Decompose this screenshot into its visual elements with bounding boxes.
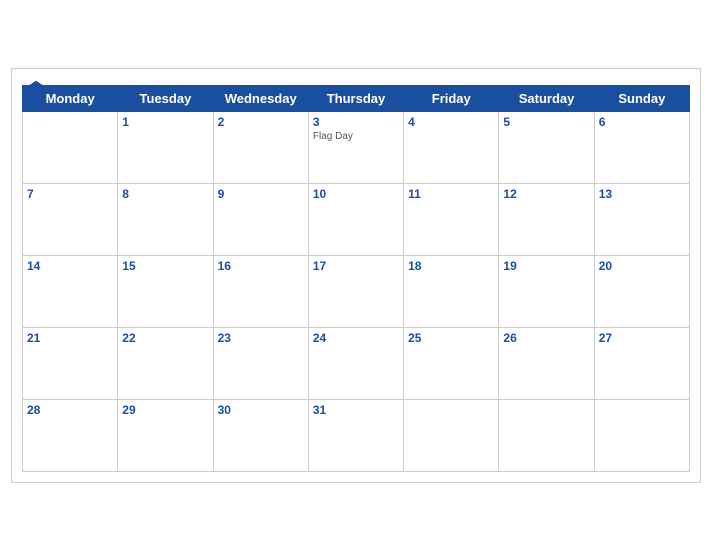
day-cell: 16 (213, 255, 308, 327)
day-cell (23, 111, 118, 183)
day-number: 10 (313, 187, 399, 201)
day-cell: 2 (213, 111, 308, 183)
week-row-0: 123 Flag Day 456 (23, 111, 690, 183)
day-number: 21 (27, 331, 113, 345)
weekday-header-sunday: Sunday (594, 85, 689, 111)
week-row-2: 14 15 16 17 18 19 20 (23, 255, 690, 327)
day-cell: 3 Flag Day (308, 111, 403, 183)
logo-icon (22, 79, 50, 99)
day-cell: 24 (308, 327, 403, 399)
weekday-header-thursday: Thursday (308, 85, 403, 111)
day-cell: 17 (308, 255, 403, 327)
day-number: 26 (503, 331, 589, 345)
day-cell: 13 (594, 183, 689, 255)
day-cell: 29 (118, 399, 213, 471)
day-cell: 5 (499, 111, 594, 183)
weekday-header-row: MondayTuesdayWednesdayThursdayFridaySatu… (23, 85, 690, 111)
day-cell: 20 (594, 255, 689, 327)
day-number: 16 (218, 259, 304, 273)
day-number: 17 (313, 259, 399, 273)
day-cell (594, 399, 689, 471)
day-number: 22 (122, 331, 208, 345)
day-number: 27 (599, 331, 685, 345)
day-number: 5 (503, 115, 589, 129)
week-row-4: 28 29 30 31 (23, 399, 690, 471)
day-cell: 28 (23, 399, 118, 471)
day-cell: 9 (213, 183, 308, 255)
day-number: 14 (27, 259, 113, 273)
holiday-label: Flag Day (313, 131, 399, 142)
day-number: 6 (599, 115, 685, 129)
day-number: 29 (122, 403, 208, 417)
day-number: 9 (218, 187, 304, 201)
day-cell: 23 (213, 327, 308, 399)
calendar-table: MondayTuesdayWednesdayThursdayFridaySatu… (22, 85, 690, 472)
day-number: 20 (599, 259, 685, 273)
day-cell: 6 (594, 111, 689, 183)
day-cell (499, 399, 594, 471)
day-cell: 18 (404, 255, 499, 327)
day-cell: 21 (23, 327, 118, 399)
day-number: 28 (27, 403, 113, 417)
day-cell: 30 (213, 399, 308, 471)
day-number: 18 (408, 259, 494, 273)
day-number: 11 (408, 187, 494, 201)
day-number: 23 (218, 331, 304, 345)
day-number: 2 (218, 115, 304, 129)
day-cell: 12 (499, 183, 594, 255)
weekday-header-friday: Friday (404, 85, 499, 111)
day-cell: 7 (23, 183, 118, 255)
day-number: 7 (27, 187, 113, 201)
day-cell: 14 (23, 255, 118, 327)
day-number: 3 (313, 115, 399, 129)
week-row-1: 789 10 11 12 13 (23, 183, 690, 255)
day-number: 31 (313, 403, 399, 417)
day-number: 13 (599, 187, 685, 201)
weekday-header-wednesday: Wednesday (213, 85, 308, 111)
day-cell: 15 (118, 255, 213, 327)
logo-area (22, 79, 50, 99)
day-cell: 31 (308, 399, 403, 471)
day-cell: 1 (118, 111, 213, 183)
weekday-header-saturday: Saturday (499, 85, 594, 111)
day-cell: 25 (404, 327, 499, 399)
day-number: 25 (408, 331, 494, 345)
day-number: 8 (122, 187, 208, 201)
day-cell: 10 (308, 183, 403, 255)
day-number: 15 (122, 259, 208, 273)
day-number: 30 (218, 403, 304, 417)
weekday-header-tuesday: Tuesday (118, 85, 213, 111)
day-cell: 27 (594, 327, 689, 399)
day-number: 19 (503, 259, 589, 273)
day-cell: 22 (118, 327, 213, 399)
day-cell: 19 (499, 255, 594, 327)
calendar-wrapper: MondayTuesdayWednesdayThursdayFridaySatu… (11, 68, 701, 483)
day-number: 4 (408, 115, 494, 129)
day-number: 24 (313, 331, 399, 345)
day-number: 12 (503, 187, 589, 201)
day-cell: 8 (118, 183, 213, 255)
day-cell: 4 (404, 111, 499, 183)
week-row-3: 21 22 23 24 25 26 27 (23, 327, 690, 399)
day-cell: 26 (499, 327, 594, 399)
day-cell: 11 (404, 183, 499, 255)
day-number: 1 (122, 115, 208, 129)
day-cell (404, 399, 499, 471)
